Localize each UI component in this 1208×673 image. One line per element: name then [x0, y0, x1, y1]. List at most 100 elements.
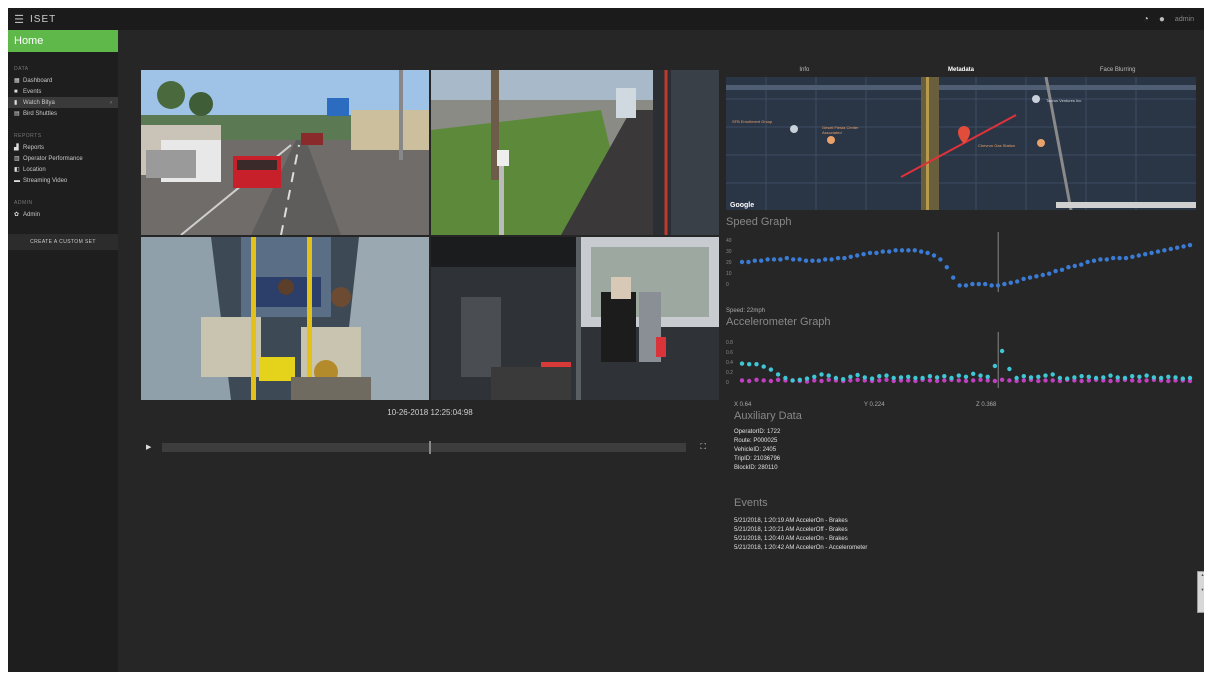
- accel-z-data-point: [754, 377, 759, 382]
- accel-z-data-point: [1130, 378, 1135, 383]
- sidebar-item-label: Bird Shuttles: [23, 110, 58, 117]
- accel-axis-tick: 0.6: [726, 350, 733, 356]
- accel-x-data-point: [1158, 375, 1164, 381]
- accel-z-data-point: [1166, 378, 1171, 384]
- tab-info[interactable]: Info: [726, 63, 883, 77]
- accel-x-data-point: [1101, 375, 1106, 380]
- accel-x-data-point: [862, 375, 867, 380]
- accel-z-data-point: [1137, 378, 1142, 384]
- sidebar-item-operator-performance[interactable]: ▥ Operator Performance: [8, 153, 118, 164]
- report-icon: ▥: [14, 156, 20, 162]
- route-map[interactable]: Google SFB Enrollment Group Gesell Fiest…: [726, 77, 1196, 210]
- speed-data-point: [1098, 257, 1103, 262]
- accel-z-data-point: [971, 378, 976, 383]
- front-road-camera[interactable]: [141, 70, 429, 235]
- speed-data-point: [874, 250, 879, 256]
- accel-axis-tick: 0: [726, 380, 729, 386]
- accel-z-value: Z 0.368: [976, 402, 997, 408]
- accel-x-data-point: [971, 371, 976, 376]
- accel-z-data-point: [768, 378, 774, 384]
- sidebar-item-location[interactable]: ◧ Location: [8, 164, 118, 175]
- sidebar-item-watch[interactable]: ▮ Watch Bitya ›: [8, 97, 118, 108]
- interior-cabin-camera[interactable]: [141, 237, 429, 400]
- speed-data-point: [899, 248, 905, 253]
- speed-data-point: [1015, 279, 1020, 284]
- menu-icon[interactable]: ☰: [8, 13, 30, 26]
- aux-operator-id: OperatorID: 1722: [734, 429, 781, 435]
- speed-data-point: [957, 283, 962, 288]
- events-icon: ■: [14, 88, 18, 95]
- speed-data-point: [791, 257, 796, 262]
- speed-data-point: [765, 257, 770, 262]
- accel-x-data-point: [761, 364, 766, 369]
- app-title: ISET: [30, 13, 57, 25]
- event-item[interactable]: 5/21/2018, 1:20:42 AM AccelerOn - Accele…: [734, 544, 1196, 553]
- video-timestamp: 10-26-2018 12:25:04:98: [387, 408, 473, 417]
- sidebar-item-reports[interactable]: ▟ Reports: [8, 142, 118, 153]
- sidebar-item-dashboard[interactable]: ▦ Dashboard: [8, 75, 118, 86]
- auxiliary-data-list: OperatorID: 1722 Route: P000025 VehicleI…: [726, 428, 1196, 473]
- events-title: Events: [734, 497, 768, 509]
- accel-x-data-point: [783, 375, 788, 381]
- speed-data-point: [778, 257, 783, 262]
- play-icon[interactable]: ▶: [146, 443, 162, 451]
- accel-x-data-point: [906, 374, 911, 379]
- accel-x-data-point: [1093, 375, 1099, 381]
- fullscreen-icon[interactable]: ⛶: [686, 442, 706, 452]
- tab-metadata[interactable]: Metadata: [883, 63, 1040, 77]
- speed-graph-title: Speed Graph: [726, 216, 792, 228]
- speed-axis-tick: 0: [726, 282, 729, 288]
- accel-x-data-point: [819, 372, 824, 377]
- accel-x-data-point: [1028, 375, 1034, 380]
- accel-axis-tick: 0.8: [726, 340, 733, 346]
- accel-x-data-point: [848, 374, 853, 379]
- accel-x-data-point: [812, 374, 817, 379]
- entry-door-camera[interactable]: [431, 237, 719, 400]
- speed-data-point: [1002, 281, 1007, 287]
- tab-face-blurring[interactable]: Face Blurring: [1039, 63, 1196, 77]
- svg-text:SFB Enrollment Group: SFB Enrollment Group: [732, 119, 773, 124]
- help-icon[interactable]: ◔: [1143, 14, 1149, 25]
- list-icon: ▤: [14, 111, 20, 117]
- accel-x-data-point: [1065, 376, 1070, 381]
- accel-x-data-point: [1072, 375, 1077, 380]
- accel-x-data-point: [956, 373, 961, 378]
- speed-data-point: [938, 257, 943, 262]
- sidebar-item-admin[interactable]: ✿ Admin: [8, 209, 118, 220]
- speed-data-point: [1053, 268, 1058, 274]
- accel-x-data-point: [1043, 373, 1048, 378]
- accel-z-data-point: [884, 377, 889, 382]
- video-scrubber[interactable]: [162, 440, 686, 454]
- accel-x-data-point: [855, 372, 860, 378]
- sidebar-item-events[interactable]: ■ Events: [8, 86, 118, 97]
- accel-axis-tick: 0.4: [726, 360, 733, 366]
- speed-graph: 40 30 20 10 0: [726, 232, 1196, 297]
- speed-data-point: [976, 281, 981, 287]
- sidebar-item-streaming-video[interactable]: ▬ Streaming Video: [8, 175, 118, 186]
- accel-x-data-point: [891, 375, 896, 381]
- sidebar-item-shuttles[interactable]: ▤ Bird Shuttles: [8, 108, 118, 119]
- event-item[interactable]: 5/21/2018, 1:20:40 AM AccelerOn - Brakes: [734, 535, 1196, 544]
- sidebar-item-label: Dashboard: [23, 77, 53, 84]
- accel-x-data-point: [739, 361, 745, 366]
- metadata-panel: Info Metadata Face Blurring Google SFB E…: [726, 63, 1196, 663]
- sidebar: Home DATA ▦ Dashboard ■ Events ▮ Watch Bity…: [8, 30, 118, 672]
- events-scrollbar[interactable]: ▲ ▼: [1197, 571, 1204, 613]
- video-grid: [141, 70, 719, 400]
- scrubber-handle[interactable]: [429, 440, 432, 454]
- user-icon[interactable]: ●: [1159, 14, 1165, 25]
- accel-z-data-point: [747, 378, 752, 384]
- event-item[interactable]: 5/21/2018, 1:20:19 AM AccelerOn - Brakes: [734, 517, 1196, 526]
- accel-x-data-point: [797, 377, 802, 382]
- create-custom-set-button[interactable]: CREATE A CUSTOM SET: [8, 234, 118, 250]
- speed-plot: [739, 232, 1193, 292]
- speed-data-point: [880, 249, 885, 254]
- user-name[interactable]: admin: [1175, 16, 1194, 23]
- speed-data-point: [1155, 249, 1161, 254]
- home-link[interactable]: Home: [8, 30, 118, 52]
- side-curb-camera[interactable]: [431, 70, 719, 235]
- event-item[interactable]: 5/21/2018, 1:20:21 AM AccelerOff - Brake…: [734, 526, 1196, 535]
- speed-data-point: [1130, 254, 1135, 259]
- accel-x-data-point: [1137, 374, 1142, 379]
- accel-x-data-point: [1130, 374, 1135, 379]
